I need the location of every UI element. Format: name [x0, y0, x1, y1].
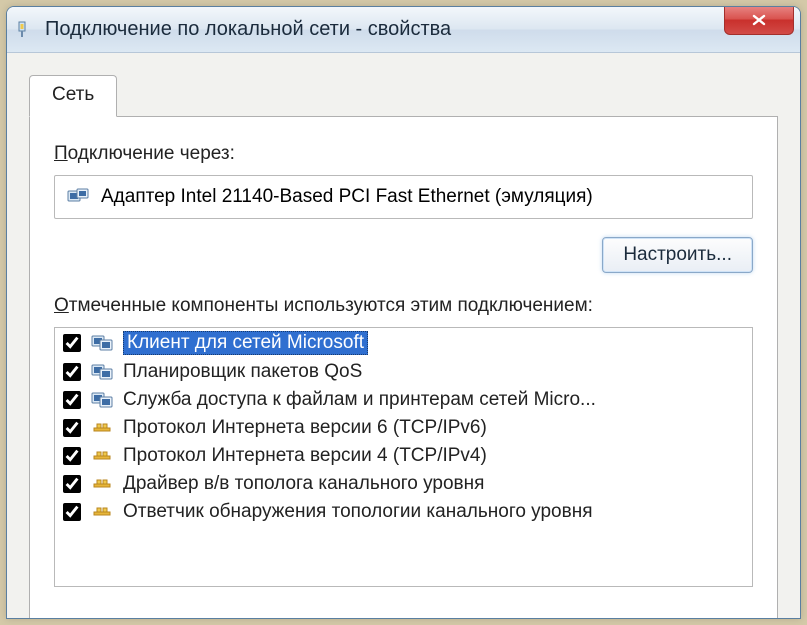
component-checkbox[interactable] — [63, 391, 81, 409]
tab-network[interactable]: Сеть — [29, 75, 117, 117]
list-item[interactable]: Клиент для сетей Microsoft — [55, 328, 752, 358]
properties-dialog: Подключение по локальной сети - свойства… — [6, 6, 801, 619]
connect-via-label: Подключение через: — [54, 143, 753, 165]
net-proto-icon — [89, 503, 115, 521]
component-checkbox[interactable] — [63, 475, 81, 493]
net-proto-icon — [89, 475, 115, 493]
component-label: Клиент для сетей Microsoft — [123, 331, 368, 355]
client-area: Сеть Подключение через: Адаптер Intel 21… — [7, 53, 800, 618]
tab-body: Подключение через: Адаптер Intel 21140-B… — [29, 116, 778, 619]
close-button[interactable] — [724, 6, 794, 35]
components-list[interactable]: Клиент для сетей Microsoft Планировщик па… — [54, 327, 753, 587]
net-qos-icon — [89, 362, 115, 382]
net-proto-icon — [89, 447, 115, 465]
component-checkbox[interactable] — [63, 419, 81, 437]
component-checkbox[interactable] — [63, 447, 81, 465]
list-item[interactable]: Планировщик пакетов QoS — [55, 358, 752, 386]
net-share-icon — [89, 390, 115, 410]
component-label: Планировщик пакетов QoS — [123, 361, 362, 383]
list-item[interactable]: Драйвер в/в тополога канального уровня — [55, 470, 752, 498]
list-item[interactable]: Служба доступа к файлам и принтерам сете… — [55, 386, 752, 414]
close-icon — [751, 13, 767, 27]
net-client-icon — [89, 333, 115, 353]
list-item[interactable]: Ответчик обнаружения топологии канальног… — [55, 498, 752, 526]
adapter-text: Адаптер Intel 21140-Based PCI Fast Ether… — [101, 186, 593, 208]
list-item[interactable]: Протокол Интернета версии 6 (TCP/IPv6) — [55, 414, 752, 442]
net-proto-icon — [89, 419, 115, 437]
component-label: Служба доступа к файлам и принтерам сете… — [123, 389, 596, 411]
component-label: Протокол Интернета версии 4 (TCP/IPv4) — [123, 445, 487, 467]
window-title: Подключение по локальной сети - свойства — [45, 18, 451, 41]
component-label: Ответчик обнаружения топологии канальног… — [123, 501, 592, 523]
component-checkbox[interactable] — [63, 363, 81, 381]
titlebar[interactable]: Подключение по локальной сети - свойства — [7, 7, 800, 53]
component-checkbox[interactable] — [63, 503, 81, 521]
adapter-box[interactable]: Адаптер Intel 21140-Based PCI Fast Ether… — [54, 175, 753, 219]
configure-button[interactable]: Настроить... — [602, 237, 753, 273]
tab-row: Сеть — [29, 75, 778, 117]
nic-icon — [15, 20, 35, 40]
component-checkbox[interactable] — [63, 334, 81, 352]
adapter-icon — [67, 187, 89, 207]
components-label: Отмеченные компоненты используются этим … — [54, 295, 753, 317]
component-label: Драйвер в/в тополога канального уровня — [123, 473, 484, 495]
component-label: Протокол Интернета версии 6 (TCP/IPv6) — [123, 417, 487, 439]
list-item[interactable]: Протокол Интернета версии 4 (TCP/IPv4) — [55, 442, 752, 470]
